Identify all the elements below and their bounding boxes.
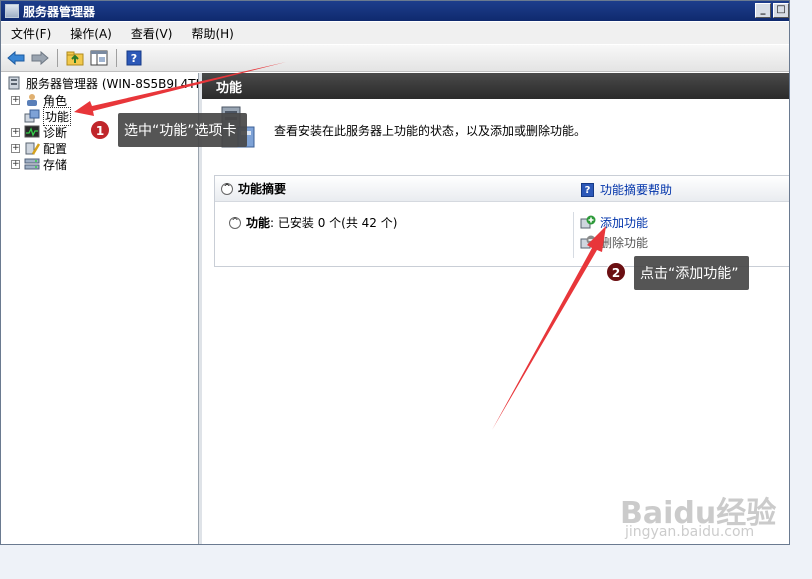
- features-count-row: ^ 功能 : 已安装 0 个(共 42 个): [229, 214, 397, 231]
- expand-configuration-button[interactable]: +: [11, 143, 20, 153]
- pane-title: 功能: [202, 73, 789, 99]
- step1-callout-text: 选中“功能”选项卡: [124, 123, 237, 139]
- tree-root[interactable]: 服务器管理器 (WIN-8S5B9L4TIK: [7, 75, 207, 91]
- minimize-button[interactable]: _: [755, 3, 771, 18]
- menu-file[interactable]: 文件(F): [1, 25, 60, 42]
- toolbar-separator: [116, 49, 117, 67]
- storage-icon: [24, 157, 40, 171]
- toolbar: ?: [1, 45, 789, 72]
- features-pane: 功能 查看安装在此服务器上功能的状态，以及添加或删除功能。 ^ 功能摘要 ? 功…: [202, 73, 789, 544]
- features-summary-header: ^ 功能摘要 ? 功能摘要帮助: [215, 176, 789, 202]
- tree-item-diagnostics-label: 诊断: [43, 125, 68, 140]
- features-icon: [24, 109, 40, 123]
- features-status: : 已安装 0 个(共 42 个): [270, 216, 398, 230]
- menu-help[interactable]: 帮助(H): [181, 25, 242, 42]
- server-manager-app-icon: [5, 4, 19, 18]
- actions-panel: 添加功能 删除功能: [573, 212, 789, 258]
- configuration-icon: [24, 141, 41, 155]
- add-features-button[interactable]: 添加功能: [580, 212, 789, 232]
- window-title: 服务器管理器: [23, 4, 96, 19]
- collapse-summary-button[interactable]: ^: [221, 182, 233, 195]
- step2-number-badge: 2: [606, 262, 626, 282]
- step2-callout-text: 点击“添加功能”: [640, 266, 739, 282]
- help-icon[interactable]: ?: [124, 48, 144, 68]
- tree-item-storage[interactable]: + 存储: [11, 156, 67, 172]
- expand-roles-button[interactable]: +: [11, 95, 20, 105]
- show-hide-tree-icon[interactable]: [89, 48, 109, 68]
- maximize-button[interactable]: □: [773, 3, 789, 18]
- tree-item-storage-label: 存储: [43, 157, 68, 172]
- step2-callout: 点击“添加功能”: [634, 256, 749, 290]
- step1-callout: 选中“功能”选项卡: [118, 113, 247, 147]
- forward-arrow-icon[interactable]: [30, 48, 50, 68]
- collapse-features-button[interactable]: ^: [229, 216, 241, 229]
- expand-diagnostics-button[interactable]: +: [11, 127, 20, 137]
- features-summary-title: 功能摘要: [238, 182, 287, 196]
- add-features-icon: [580, 215, 596, 229]
- toolbar-separator: [57, 49, 58, 67]
- expand-storage-button[interactable]: +: [11, 159, 20, 169]
- features-label: 功能: [246, 216, 271, 230]
- menu-view[interactable]: 查看(V): [121, 25, 182, 42]
- tree-item-configuration-label: 配置: [43, 141, 68, 156]
- step1-number-badge: 1: [90, 120, 110, 140]
- features-summary-help-link[interactable]: ? 功能摘要帮助: [581, 181, 672, 198]
- remove-features-label: 删除功能: [600, 235, 649, 250]
- remove-features-button[interactable]: 删除功能: [580, 232, 789, 252]
- help-book-icon: ?: [581, 182, 594, 197]
- up-folder-icon[interactable]: [65, 48, 85, 68]
- tree-root-label: 服务器管理器 (WIN-8S5B9L4TIK: [26, 76, 208, 91]
- tree-item-diagnostics[interactable]: + 诊断: [11, 124, 67, 140]
- title-bar: 服务器管理器 _ □: [1, 1, 789, 21]
- features-summary-help-label: 功能摘要帮助: [600, 183, 673, 197]
- remove-features-icon: [580, 235, 596, 249]
- baidu-watermark-url: jingyan.baidu.com: [625, 524, 755, 540]
- features-summary-section: ^ 功能摘要 ? 功能摘要帮助 ^ 功能 : 已安装 0 个(共 42 个) 添…: [214, 175, 789, 267]
- menu-bar: 文件(F) 操作(A) 查看(V) 帮助(H): [1, 22, 789, 44]
- tree-item-features[interactable]: 功能: [24, 106, 72, 126]
- menu-action[interactable]: 操作(A): [60, 25, 121, 42]
- add-features-label: 添加功能: [600, 215, 649, 230]
- diagnostics-icon: [24, 125, 40, 139]
- pane-description: 查看安装在此服务器上功能的状态，以及添加或删除功能。: [274, 124, 587, 138]
- svg-text:?: ?: [131, 52, 137, 65]
- tree-item-configuration[interactable]: + 配置: [11, 140, 67, 156]
- server-manager-icon: [7, 76, 23, 90]
- roles-icon: [24, 93, 40, 107]
- back-arrow-icon[interactable]: [6, 48, 26, 68]
